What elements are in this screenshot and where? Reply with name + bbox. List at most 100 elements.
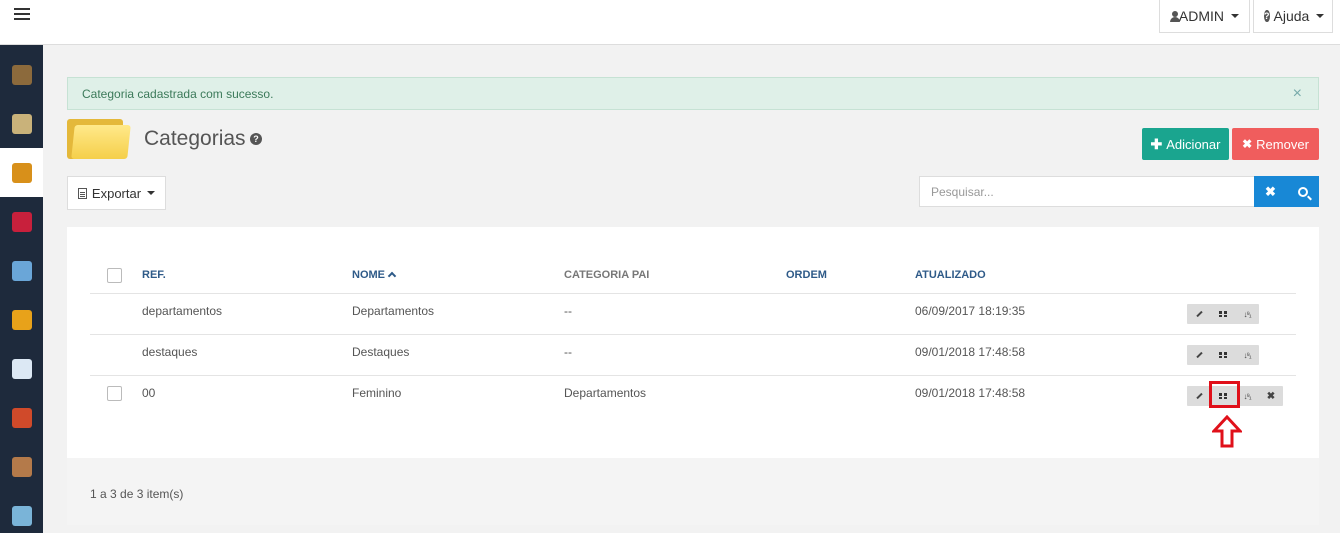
help-menu-button[interactable]: ? Ajuda [1253,0,1333,33]
column-header-ref[interactable]: REF. [142,269,166,281]
cell-categoria-pai: Departamentos [564,386,647,400]
highlight-box [1209,381,1240,408]
sidebar-item-settings-image[interactable] [0,491,43,533]
remove-button[interactable]: ✖ Remover [1232,128,1319,160]
catalog-icon [11,113,32,134]
cell-ref: departamentos [142,304,223,318]
settings-image-icon [11,505,32,526]
row-actions: ↓⁹₁ [1187,304,1259,324]
user-menu-label: ADMIN [1178,8,1224,24]
cell-ref: 00 [142,386,156,400]
x-icon: ✖ [1265,183,1276,199]
sidebar-item-users[interactable] [0,442,43,491]
sort-order-icon: ↓⁹₁ [1243,391,1251,401]
grid-icon [1219,311,1227,317]
sort-order-icon: ↓⁹₁ [1243,350,1251,360]
sidebar [0,45,43,533]
order-button[interactable]: ↓⁹₁ [1235,304,1259,324]
shipping-truck-icon [11,309,32,330]
cell-ref: destaques [142,345,198,359]
sidebar-item-discount[interactable] [0,197,43,246]
product-icon [11,64,32,85]
close-icon[interactable]: × [1293,85,1302,103]
column-header-nome-label: NOME [352,269,385,281]
row-divider [90,293,1296,294]
sort-order-icon: ↓⁹₁ [1243,309,1251,319]
menu-toggle-icon[interactable] [14,8,30,22]
folder-icon [67,115,131,159]
cell-atualizado: 09/01/2018 17:48:58 [915,345,1026,359]
pencil-icon [1195,351,1203,359]
caret-down-icon [1316,14,1325,18]
users-icon [11,456,32,477]
sidebar-item-shipping-truck[interactable] [0,295,43,344]
sidebar-item-product[interactable] [0,50,43,99]
row-divider [90,375,1296,376]
export-button-label: Exportar [91,185,142,201]
document-icon [77,187,87,199]
help-icon[interactable]: ? [250,133,262,145]
sidebar-item-category-box[interactable] [0,148,43,197]
column-header-ordem[interactable]: ORDEM [786,269,827,281]
edit-button[interactable] [1187,304,1211,324]
edit-button[interactable] [1187,386,1211,406]
export-button[interactable]: Exportar [67,176,166,210]
grid-icon [1219,352,1227,358]
column-header-nome[interactable]: NOME [352,269,397,281]
cell-nome: Departamentos [352,304,435,318]
category-box-icon [11,162,32,183]
grid-button[interactable] [1211,345,1235,365]
page-title: Categorias [144,127,246,150]
table-footer [67,458,1319,525]
column-header-atualizado[interactable]: ATUALIZADO [915,269,986,281]
discount-icon [11,211,32,232]
alert-message: Categoria cadastrada com sucesso. [82,86,274,101]
caret-down-icon [1231,14,1239,18]
sidebar-item-customers[interactable] [0,393,43,442]
success-alert: Categoria cadastrada com sucesso. × [67,77,1319,110]
cell-atualizado: 06/09/2017 18:19:35 [915,304,1026,318]
up-arrow-icon [1212,415,1242,448]
search-icon [1297,186,1308,197]
search-button[interactable] [1286,176,1319,207]
user-icon [1170,10,1180,22]
column-header-categoria-pai: CATEGORIA PAI [564,269,650,281]
caret-down-icon [147,191,156,195]
row-divider [90,334,1296,335]
sort-ascending-icon [387,271,397,281]
pencil-icon [1195,310,1203,318]
delete-button[interactable]: ✖ [1259,386,1283,406]
plus-icon: ✚ [1150,135,1163,152]
order-button[interactable]: ↓⁹₁ [1235,345,1259,365]
remove-button-label: Remover [1256,136,1309,152]
clear-search-button[interactable]: ✖ [1254,176,1287,207]
user-menu-button[interactable]: ADMIN [1159,0,1250,33]
pencil-icon [1195,392,1203,400]
row-checkbox[interactable] [107,386,122,401]
sidebar-item-catalog[interactable] [0,99,43,148]
row-actions: ↓⁹₁ [1187,345,1259,365]
cell-atualizado: 09/01/2018 17:48:58 [915,386,1026,400]
top-bar: ADMIN ? Ajuda [0,0,1340,45]
x-icon: ✖ [1266,390,1276,402]
cell-nome: Feminino [352,386,402,400]
select-all-checkbox[interactable] [107,268,122,283]
customers-icon [11,407,32,428]
question-icon: ? [1264,10,1270,22]
add-button[interactable]: ✚ Adicionar [1142,128,1229,160]
x-icon: ✖ [1242,137,1253,151]
add-button-label: Adicionar [1166,136,1221,152]
search-input[interactable] [919,176,1255,207]
cell-categoria-pai: -- [564,304,572,318]
cell-nome: Destaques [352,345,410,359]
table-panel: REF. NOME CATEGORIA PAI ORDEM ATUALIZADO… [67,227,1319,525]
orders-icon [11,358,32,379]
help-menu-label: Ajuda [1273,8,1310,24]
edit-button[interactable] [1187,345,1211,365]
pagination-summary: 1 a 3 de 3 item(s) [90,487,184,501]
grid-button[interactable] [1211,304,1235,324]
sidebar-item-banner[interactable] [0,246,43,295]
banner-icon [11,260,32,281]
sidebar-item-orders[interactable] [0,344,43,393]
cell-categoria-pai: -- [564,345,572,359]
